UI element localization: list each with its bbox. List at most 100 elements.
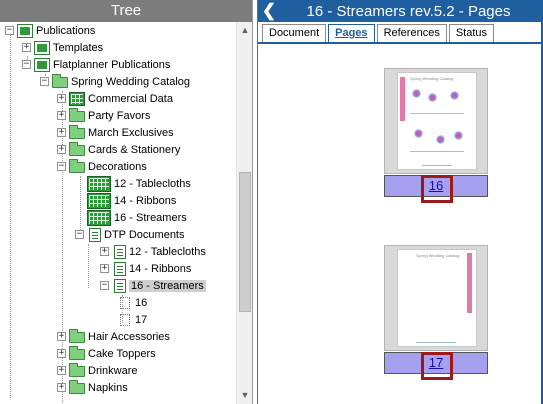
folder-icon [69,159,85,173]
tree-node-label: 12 - Tablecloths [129,245,206,258]
tree-node-dtp-documents[interactable]: − DTP Documents [75,226,185,243]
tree-node-label: Drinkware [88,364,138,377]
tree-node-decorations[interactable]: − Decorations [57,158,147,175]
collapse-toggle[interactable]: − [5,26,14,35]
tree-node-page-17[interactable]: 17 [120,311,147,328]
folder-icon [69,380,85,394]
tree-node-page-16[interactable]: 16 [120,294,147,311]
tab-references[interactable]: References [376,24,447,42]
expand-toggle[interactable]: + [100,247,109,256]
tree-node-label: 17 [135,313,148,326]
publication-icon [34,40,50,55]
tree-node-label: Commercial Data [88,92,173,105]
page-thumbnail[interactable]: Spring Wedding Catalog [384,68,488,174]
collapse-toggle[interactable]: − [57,162,66,171]
tree-node-label: 14 - Ribbons [114,194,177,207]
scroll-up-arrow-icon[interactable]: ▲ [237,22,253,39]
tab-document[interactable]: Document [262,24,327,42]
tab-underline [258,42,541,44]
back-arrow-icon[interactable]: ❮ [258,0,280,22]
grid-icon [87,209,111,226]
tree-node-label: Cake Toppers [88,347,156,360]
pink-accent-bar [400,77,405,121]
tree-node-dtp-16-streamers[interactable]: − 16 - Streamers [100,277,206,294]
page-thumbnail[interactable]: Spring Wedding Catalog [384,245,488,351]
tree-node-label: Napkins [88,381,128,394]
tree-node-label: Cards & Stationery [88,143,181,156]
tree-node-party-favors[interactable]: + Party Favors [57,107,150,124]
tree-node-decorations-16-streamers[interactable]: 16 - Streamers [75,209,187,226]
expand-toggle[interactable]: + [57,94,66,103]
tree-node-label: 16 - Streamers [114,211,187,224]
expand-toggle[interactable]: + [100,264,109,273]
page-card[interactable]: Spring Wedding Catalog 17 [384,245,488,380]
tree-node-label: DTP Documents [104,228,185,241]
expand-toggle[interactable]: + [22,43,31,52]
tab-pages[interactable]: Pages [328,24,375,42]
publication-icon [34,57,50,72]
document-icon [114,261,126,276]
tree-node-cards-stationery[interactable]: + Cards & Stationery [57,141,180,158]
collapse-toggle[interactable]: − [40,77,49,86]
tree-node-dtp-14-ribbons[interactable]: + 14 - Ribbons [100,260,191,277]
folder-icon [69,125,85,139]
panel-title: 16 - Streamers rev.5.2 - Pages [306,2,511,20]
expand-toggle[interactable]: + [57,111,66,120]
thumb-heading: Spring Wedding Catalog [410,76,454,81]
tab-status[interactable]: Status [448,24,495,42]
document-icon [114,244,126,259]
page-number-bar: 17 [384,352,488,380]
tree-title: Tree [0,0,252,22]
tree-node-label: Publications [36,24,96,37]
tree-node-cake-toppers[interactable]: + Cake Toppers [57,345,156,362]
folder-icon [52,74,68,88]
folder-icon [69,363,85,377]
tree-node-hair-accessories[interactable]: + Hair Accessories [57,328,170,345]
tree-node-spring-wedding-catalog[interactable]: − Spring Wedding Catalog [40,73,190,90]
tree-node-decorations-14-ribbons[interactable]: 14 - Ribbons [75,192,176,209]
expand-toggle[interactable]: + [57,383,66,392]
document-icon [89,227,101,242]
tree-node-label: March Exclusives [88,126,174,139]
document-icon [114,278,126,293]
grid-icon [87,175,111,192]
expand-toggle[interactable]: + [57,349,66,358]
tree-node-commercial-data[interactable]: + Commercial Data [57,90,173,107]
expand-toggle[interactable]: + [57,366,66,375]
tree-node-dtp-12-tablecloths[interactable]: + 12 - Tablecloths [100,243,206,260]
page-icon [120,296,130,309]
tree-node-label-selected: 16 - Streamers [129,279,206,292]
pages-panel: ❮ 16 - Streamers rev.5.2 - Pages Documen… [257,0,543,404]
tree-view[interactable]: − Publications + Templates − Flatplanner… [0,22,236,404]
page-card[interactable]: Spring Wedding Catalog 16 [384,68,488,203]
tree-node-napkins[interactable]: + Napkins [57,379,128,396]
grid-icon [69,91,85,106]
tree-node-label: 14 - Ribbons [129,262,192,275]
folder-icon [69,346,85,360]
collapse-toggle[interactable]: − [100,281,109,290]
tree-node-publications[interactable]: − Publications [5,22,95,39]
scrollbar-thumb[interactable] [239,172,251,312]
pink-accent-bar [467,253,472,313]
collapse-toggle[interactable]: − [22,60,31,69]
tree-node-flatplanner-publications[interactable]: − Flatplanner Publications [22,56,170,73]
tree-node-drinkware[interactable]: + Drinkware [57,362,138,379]
tree-node-label: Templates [53,41,104,54]
tree-node-label: 16 [135,296,148,309]
tree-panel: Tree − Publications + Templates − Flatpl… [0,0,253,404]
collapse-toggle[interactable]: − [75,230,84,239]
tab-bar: Document Pages References Status [262,24,496,42]
tree-node-label: Party Favors [88,109,151,122]
tree-node-decorations-12-tablecloths[interactable]: 12 - Tablecloths [75,175,191,192]
tree-node-templates[interactable]: + Templates [22,39,103,56]
tree-node-march-exclusives[interactable]: + March Exclusives [57,124,174,141]
tree-node-label: 12 - Tablecloths [114,177,191,190]
tree-node-label: Spring Wedding Catalog [71,75,191,88]
expand-toggle[interactable]: + [57,145,66,154]
tree-node-label: Decorations [88,160,147,173]
tree-scrollbar[interactable]: ▲ ▼ [236,22,252,404]
expand-toggle[interactable]: + [57,332,66,341]
expand-toggle[interactable]: + [57,128,66,137]
folder-icon [69,329,85,343]
scroll-down-arrow-icon[interactable]: ▼ [237,387,253,404]
